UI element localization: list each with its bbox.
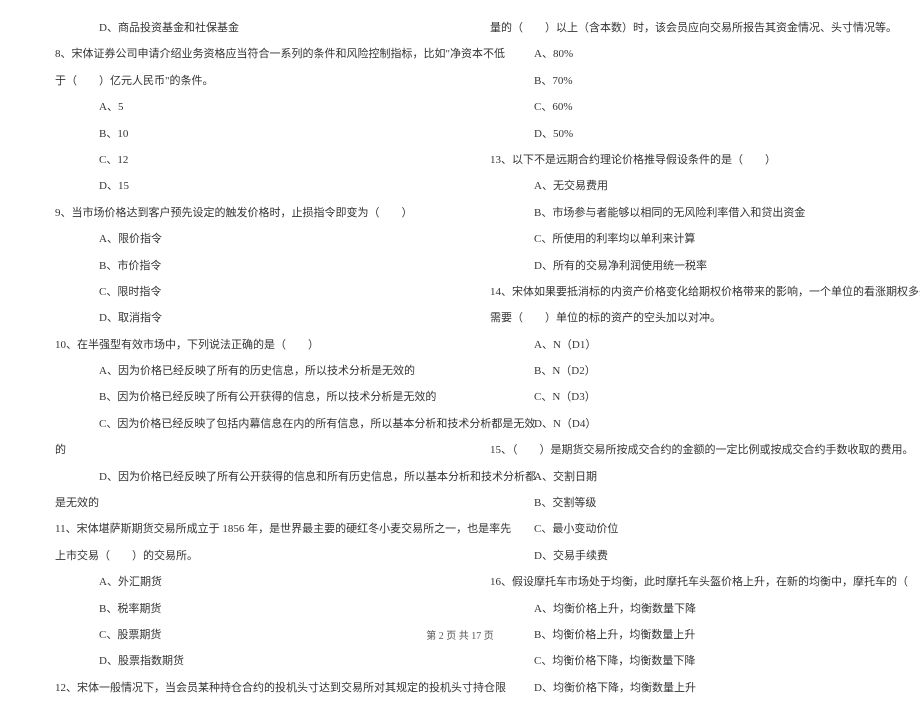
q7-option-d: D、商品投资基金和社保基金: [55, 15, 430, 41]
q10-option-d-cont: 是无效的: [55, 490, 430, 516]
q13-option-b: B、市场参与者能够以相同的无风险利率借入和贷出资金: [490, 200, 880, 226]
q14-stem: 14、宋体如果要抵消标的内资产价格变化给期权价格带来的影响，一个单位的看涨期权多…: [490, 279, 880, 305]
q14-option-b: B、N（D2）: [490, 358, 880, 384]
q15-option-a: A、交割日期: [490, 464, 880, 490]
q8-stem-cont: 于（ ）亿元人民币"的条件。: [55, 68, 430, 94]
q14-stem-cont: 需要（ ）单位的标的资产的空头加以对冲。: [490, 305, 880, 331]
q8-option-c: C、12: [55, 147, 430, 173]
q14-option-a: A、N（D1）: [490, 332, 880, 358]
q10-option-c: C、因为价格已经反映了包括内幕信息在内的所有信息，所以基本分析和技术分析都是无效: [55, 411, 430, 437]
q9-option-b: B、市价指令: [55, 253, 430, 279]
q11-option-a: A、外汇期货: [55, 569, 430, 595]
q8-option-d: D、15: [55, 173, 430, 199]
page-content: D、商品投资基金和社保基金 8、宋体证券公司申请介绍业务资格应当符合一系列的条件…: [0, 0, 920, 620]
q10-stem: 10、在半强型有效市场中，下列说法正确的是（ ）: [55, 332, 430, 358]
q11-stem: 11、宋体堪萨斯期货交易所成立于 1856 年，是世界最主要的硬红冬小麦交易所之…: [55, 516, 430, 542]
q16-option-a: A、均衡价格上升，均衡数量下降: [490, 596, 880, 622]
q12-option-a: A、80%: [490, 41, 880, 67]
q12-stem: 12、宋体一般情况下，当会员某种持仓合约的投机头寸达到交易所对其规定的投机头寸持…: [55, 675, 430, 701]
q8-stem: 8、宋体证券公司申请介绍业务资格应当符合一系列的条件和风险控制指标，比如"净资本…: [55, 41, 430, 67]
q12-option-d: D、50%: [490, 121, 880, 147]
q16-option-d: D、均衡价格下降，均衡数量上升: [490, 675, 880, 701]
q8-option-a: A、5: [55, 94, 430, 120]
q12-option-c: C、60%: [490, 94, 880, 120]
q10-option-d: D、因为价格已经反映了所有公开获得的信息和所有历史信息，所以基本分析和技术分析都: [55, 464, 430, 490]
q8-option-b: B、10: [55, 121, 430, 147]
q15-option-d: D、交易手续费: [490, 543, 880, 569]
q9-option-c: C、限时指令: [55, 279, 430, 305]
q9-option-a: A、限价指令: [55, 226, 430, 252]
right-column: 量的（ ）以上（含本数）时，该会员应向交易所报告其资金情况、头寸情况等。 A、8…: [460, 15, 920, 605]
q14-option-d: D、N（D4）: [490, 411, 880, 437]
q10-option-b: B、因为价格已经反映了所有公开获得的信息，所以技术分析是无效的: [55, 384, 430, 410]
q13-option-d: D、所有的交易净利润使用统一税率: [490, 253, 880, 279]
q13-option-a: A、无交易费用: [490, 173, 880, 199]
q15-option-c: C、最小变动价位: [490, 516, 880, 542]
q14-option-c: C、N（D3）: [490, 384, 880, 410]
page-footer: 第 2 页 共 17 页: [0, 627, 920, 642]
q11-stem-cont: 上市交易（ ）的交易所。: [55, 543, 430, 569]
q9-option-d: D、取消指令: [55, 305, 430, 331]
q15-option-b: B、交割等级: [490, 490, 880, 516]
q11-option-d: D、股票指数期货: [55, 648, 430, 674]
q12-option-b: B、70%: [490, 68, 880, 94]
q10-option-c-cont: 的: [55, 437, 430, 463]
q9-stem: 9、当市场价格达到客户预先设定的触发价格时，止损指令即变为（ ）: [55, 200, 430, 226]
q13-option-c: C、所使用的利率均以单利来计算: [490, 226, 880, 252]
q10-option-a: A、因为价格已经反映了所有的历史信息，所以技术分析是无效的: [55, 358, 430, 384]
q12-stem-cont: 量的（ ）以上（含本数）时，该会员应向交易所报告其资金情况、头寸情况等。: [490, 15, 880, 41]
q16-stem: 16、假设摩托车市场处于均衡，此时摩托车头盔价格上升，在新的均衡中，摩托车的（ …: [490, 569, 880, 595]
q11-option-b: B、税率期货: [55, 596, 430, 622]
q15-stem: 15、（ ）是期货交易所按成交合约的金额的一定比例或按成交合约手数收取的费用。: [490, 437, 880, 463]
q16-option-c: C、均衡价格下降，均衡数量下降: [490, 648, 880, 674]
left-column: D、商品投资基金和社保基金 8、宋体证券公司申请介绍业务资格应当符合一系列的条件…: [0, 15, 460, 605]
q13-stem: 13、以下不是远期合约理论价格推导假设条件的是（ ）: [490, 147, 880, 173]
